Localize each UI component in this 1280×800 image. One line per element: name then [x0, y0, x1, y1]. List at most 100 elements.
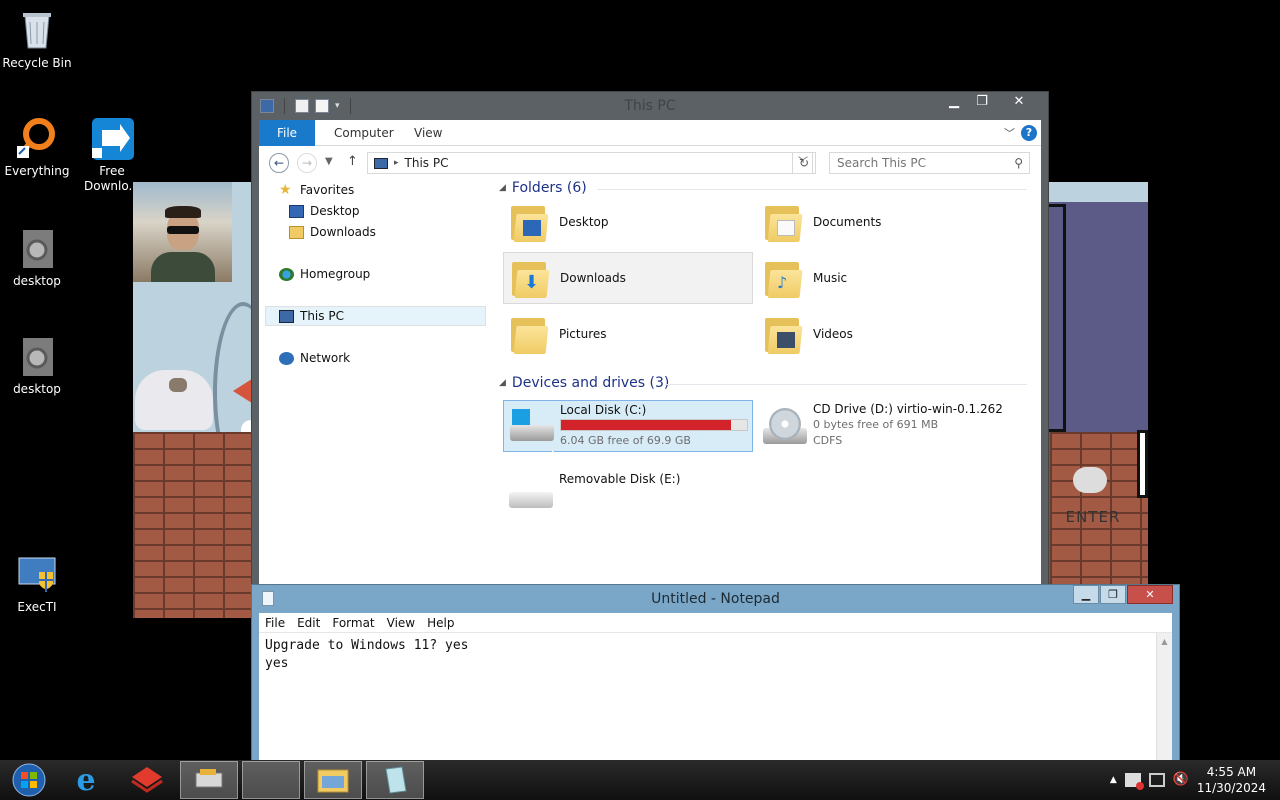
search-input[interactable] [837, 156, 1007, 170]
folders-header-label: Folders (6) [511, 180, 587, 196]
collapse-icon[interactable]: ◢ [499, 183, 506, 193]
back-button[interactable]: ← [269, 153, 289, 173]
videos-folder-icon [761, 312, 805, 356]
tab-file[interactable]: File [259, 120, 315, 146]
search-icon[interactable]: ⚲ [1014, 153, 1023, 173]
action-center-icon[interactable] [1124, 773, 1144, 790]
folder-pictures[interactable]: Pictures [503, 308, 753, 360]
this-pc-icon [374, 157, 388, 169]
explorer-window[interactable]: ▾ This PC ▁ ❐ ✕ File Computer View ﹀ ? ←… [251, 91, 1049, 591]
content-pane: ◢ Folders (6) Desktop Documents ⬇ Downlo… [495, 180, 1041, 590]
chevron-right-icon[interactable]: ▸ [394, 153, 399, 173]
homegroup-icon [279, 267, 294, 281]
scroll-up-icon[interactable]: ▲ [1157, 633, 1172, 646]
taskbar: e ▲ 🔇 4:55 AM 11/30/2024 [0, 760, 1280, 800]
menu-view[interactable]: View [381, 613, 421, 632]
music-folder-icon: ♪ [761, 256, 805, 300]
maximize-button[interactable]: ❐ [968, 92, 996, 112]
desktop-icon-everything[interactable]: Everything [0, 116, 75, 179]
chat-bubble-icon[interactable] [1073, 467, 1107, 493]
close-button[interactable]: ✕ [996, 92, 1042, 112]
system-tray: ▲ 🔇 4:55 AM 11/30/2024 [1110, 760, 1280, 800]
network-icon[interactable] [1148, 773, 1165, 787]
menu-file[interactable]: File [259, 613, 291, 632]
folders-group-header[interactable]: ◢ Folders (6) [499, 180, 587, 196]
taskbar-internet-explorer[interactable]: e [57, 761, 115, 799]
volume-muted-icon[interactable]: 🔇 [1173, 773, 1189, 787]
clock[interactable]: 4:55 AM 11/30/2024 [1197, 764, 1266, 796]
show-hidden-icons-icon[interactable]: ▲ [1110, 775, 1117, 785]
nav-desktop[interactable]: Desktop [289, 201, 360, 221]
clock-date: 11/30/2024 [1196, 781, 1266, 795]
tab-view[interactable]: View [401, 120, 455, 146]
cd-drive-icon [761, 406, 807, 446]
start-button[interactable] [0, 761, 58, 799]
taskbar-notepad[interactable] [366, 761, 424, 799]
search-box[interactable]: ⚲ [829, 152, 1030, 174]
nav-downloads[interactable]: Downloads [289, 222, 376, 242]
folder-downloads[interactable]: ⬇ Downloads [503, 252, 753, 304]
taskbar-game[interactable] [180, 761, 238, 799]
devices-group-header[interactable]: ◢ Devices and drives (3) [499, 375, 669, 391]
minimize-button[interactable]: ▁ [1073, 585, 1099, 604]
desktop-icon-label: Recycle Bin [2, 56, 72, 70]
recent-locations-icon[interactable]: ▼ [325, 156, 333, 167]
notepad-title-bar[interactable]: Untitled - Notepad ▁ ❐ ✕ [252, 585, 1179, 613]
folder-videos[interactable]: Videos [757, 308, 1007, 360]
nav-label: Homegroup [300, 267, 371, 281]
desktop-icon-label: Everything [4, 164, 70, 178]
drive-free-space: 6.04 GB free of 69.9 GB [560, 434, 691, 447]
taskbar-file-explorer[interactable] [304, 761, 362, 799]
drive-removable-e[interactable]: Removable Disk (E:) [503, 470, 753, 522]
settings-file-icon [15, 226, 59, 270]
help-icon[interactable]: ? [1021, 125, 1037, 141]
downloads-folder-icon: ⬇ [508, 256, 552, 300]
close-button[interactable]: ✕ [1127, 585, 1173, 604]
menu-format[interactable]: Format [326, 613, 380, 632]
address-path-item[interactable]: This PC [405, 153, 449, 173]
internet-explorer-icon: e [76, 762, 96, 798]
pictures-folder-icon [507, 312, 551, 356]
local-disk-icon [508, 407, 554, 447]
enter-label[interactable]: ENTER [1053, 508, 1133, 526]
nav-this-pc[interactable]: This PC [279, 306, 344, 326]
expand-ribbon-icon[interactable]: ﹀ [1004, 125, 1015, 141]
menu-edit[interactable]: Edit [291, 613, 326, 632]
drive-filesystem: CDFS [813, 434, 843, 447]
explorer-title-bar[interactable]: ▾ This PC ▁ ❐ ✕ [252, 92, 1048, 120]
nav-favorites[interactable]: ★ Favorites [279, 180, 354, 200]
folder-documents[interactable]: Documents [757, 196, 1007, 248]
desktop-icon-execti[interactable]: ExecTI [0, 552, 75, 615]
nav-network[interactable]: Network [279, 348, 350, 368]
profile-photo [133, 182, 232, 282]
folder-desktop[interactable]: Desktop [503, 196, 753, 248]
drive-name: Local Disk (C:) [560, 403, 647, 417]
desktop-icon-desktop-1[interactable]: desktop [0, 226, 75, 289]
maximize-button[interactable]: ❐ [1100, 585, 1126, 604]
file-explorer-icon [317, 769, 349, 793]
drive-name: Removable Disk (E:) [559, 472, 681, 486]
drive-cd-d[interactable]: CD Drive (D:) virtio-win-0.1.262 0 bytes… [757, 400, 1007, 452]
notepad-title: Untitled - Notepad [651, 591, 780, 607]
folder-music[interactable]: ♪ Music [757, 252, 1007, 304]
menu-help[interactable]: Help [421, 613, 460, 632]
desktop-icon-label: desktop [13, 274, 61, 288]
header-divider [665, 384, 1027, 385]
desktop-icon-recycle-bin[interactable]: Recycle Bin [0, 8, 75, 71]
up-button[interactable]: ↑ [347, 154, 358, 169]
minimize-button[interactable]: ▁ [940, 92, 968, 112]
tab-computer[interactable]: Computer [321, 120, 407, 146]
notepad-text-area[interactable]: Upgrade to Windows 11? yes yes [259, 633, 1172, 677]
desktop-icon-desktop-2[interactable]: desktop [0, 334, 75, 397]
nav-label: Favorites [300, 183, 355, 197]
drive-local-disk-c[interactable]: Local Disk (C:) 6.04 GB free of 69.9 GB [503, 400, 753, 452]
refresh-button[interactable]: ↻ [792, 152, 816, 174]
address-field[interactable]: ▸ This PC ﹀ [367, 152, 813, 174]
taskbar-blank-app[interactable] [242, 761, 300, 799]
nav-homegroup[interactable]: Homegroup [279, 264, 370, 284]
collapse-icon[interactable]: ◢ [499, 378, 506, 388]
taskbar-app-red[interactable] [118, 761, 176, 799]
execti-shield-icon [15, 552, 59, 596]
forward-button[interactable]: → [297, 153, 317, 173]
folder-label: Desktop [559, 215, 609, 229]
